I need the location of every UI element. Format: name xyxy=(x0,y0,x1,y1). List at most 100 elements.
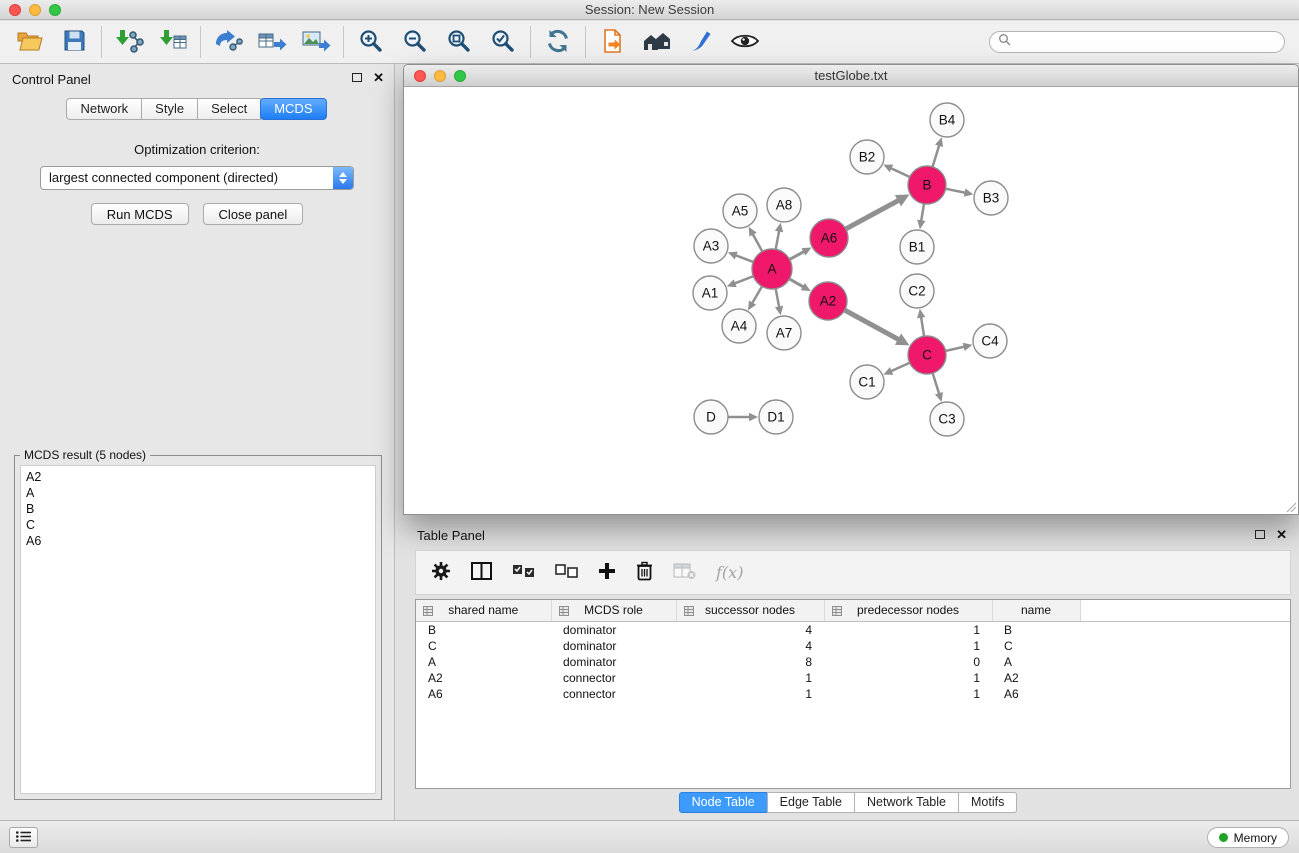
tab-style[interactable]: Style xyxy=(141,98,198,120)
table-cell[interactable]: C xyxy=(992,638,1080,654)
show-hide-details-button[interactable] xyxy=(723,24,767,60)
graph-node-A7[interactable]: A7 xyxy=(767,316,801,350)
table-cell[interactable]: connector xyxy=(551,686,676,702)
float-table-panel-icon[interactable] xyxy=(1255,530,1265,539)
graph-node-C2[interactable]: C2 xyxy=(900,274,934,308)
refresh-view-button[interactable] xyxy=(536,24,580,60)
graph-edge-B-B2[interactable] xyxy=(890,168,911,178)
graph-edge-A-A8[interactable] xyxy=(776,230,780,251)
table-cell[interactable]: 4 xyxy=(676,621,824,638)
tab-network-table[interactable]: Network Table xyxy=(854,792,959,813)
tab-mcds[interactable]: MCDS xyxy=(260,98,326,120)
close-table-panel-icon[interactable]: ✕ xyxy=(1276,529,1287,540)
graph-node-B1[interactable]: B1 xyxy=(900,230,934,264)
optimization-criterion-dropdown[interactable]: largest connected component (directed) xyxy=(40,166,354,190)
search-input[interactable] xyxy=(1016,35,1276,49)
network-canvas[interactable]: AA1A2A3A4A5A6A7A8BB1B2B3B4CC1C2C3C4DD1 xyxy=(404,87,1298,514)
graph-node-A5[interactable]: A5 xyxy=(723,194,757,228)
apply-style-button[interactable] xyxy=(679,24,723,60)
graph-node-D[interactable]: D xyxy=(694,400,728,434)
graph-node-D1[interactable]: D1 xyxy=(759,400,793,434)
table-row[interactable]: A2connector11A2 xyxy=(416,670,1290,686)
graph-node-A[interactable]: A xyxy=(752,249,792,289)
select-all-button[interactable] xyxy=(512,564,535,582)
graph-edge-C-C2[interactable] xyxy=(921,316,924,338)
graph-edge-A-A1[interactable] xyxy=(733,276,754,284)
table-row[interactable]: Bdominator41B xyxy=(416,621,1290,638)
table-cell[interactable]: B xyxy=(992,621,1080,638)
graph-node-C[interactable]: C xyxy=(908,336,946,374)
run-mcds-button[interactable]: Run MCDS xyxy=(91,203,189,225)
open-session-file-button[interactable] xyxy=(591,24,635,60)
import-table-button[interactable] xyxy=(151,24,195,60)
tab-edge-table[interactable]: Edge Table xyxy=(767,792,855,813)
delete-column-button[interactable] xyxy=(636,561,653,584)
table-cell[interactable]: 1 xyxy=(824,638,992,654)
status-menu-button[interactable] xyxy=(9,827,38,848)
graph-node-B2[interactable]: B2 xyxy=(850,140,884,174)
table-settings-button[interactable] xyxy=(431,561,451,584)
network-overview-button[interactable] xyxy=(635,24,679,60)
close-network-window-button[interactable] xyxy=(414,70,426,82)
show-columns-button[interactable] xyxy=(471,562,492,583)
table-cell[interactable]: A xyxy=(992,654,1080,670)
graph-node-C3[interactable]: C3 xyxy=(930,402,964,436)
dropdown-stepper-icon[interactable] xyxy=(333,167,353,189)
table-cell[interactable]: 1 xyxy=(676,686,824,702)
graph-edge-B-B3[interactable] xyxy=(945,189,967,193)
float-panel-icon[interactable] xyxy=(352,73,362,82)
zoom-out-button[interactable] xyxy=(393,24,437,60)
mcds-result-item[interactable]: A2 xyxy=(26,469,375,485)
add-column-button[interactable] xyxy=(598,562,616,583)
toolbar-search[interactable] xyxy=(989,31,1285,53)
graph-edge-A6-B[interactable] xyxy=(845,200,900,230)
table-row[interactable]: Cdominator41C xyxy=(416,638,1290,654)
mcds-result-item[interactable]: A6 xyxy=(26,533,375,549)
graph-edge-C-C3[interactable] xyxy=(932,372,939,395)
memory-button[interactable]: Memory xyxy=(1207,827,1289,848)
table-cell[interactable]: 1 xyxy=(824,621,992,638)
graph-node-A6[interactable]: A6 xyxy=(810,219,848,257)
table-cell[interactable]: C xyxy=(416,638,551,654)
table-cell[interactable]: dominator xyxy=(551,638,676,654)
export-network-button[interactable] xyxy=(206,24,250,60)
table-cell[interactable]: A6 xyxy=(992,686,1080,702)
graph-node-B4[interactable]: B4 xyxy=(930,103,964,137)
graph-node-C1[interactable]: C1 xyxy=(850,365,884,399)
tab-node-table[interactable]: Node Table xyxy=(679,792,768,813)
graph-edge-B-B1[interactable] xyxy=(921,203,924,223)
table-cell[interactable]: 4 xyxy=(676,638,824,654)
table-cell[interactable]: A2 xyxy=(416,670,551,686)
table-cell[interactable]: A xyxy=(416,654,551,670)
table-cell[interactable]: 1 xyxy=(676,670,824,686)
graph-node-B3[interactable]: B3 xyxy=(974,181,1008,215)
graph-node-A8[interactable]: A8 xyxy=(767,188,801,222)
tab-motifs[interactable]: Motifs xyxy=(958,792,1017,813)
open-session-button[interactable] xyxy=(8,24,52,60)
close-panel-icon[interactable]: ✕ xyxy=(373,72,384,83)
table-cell[interactable]: A2 xyxy=(992,670,1080,686)
graph-edge-B-B4[interactable] xyxy=(932,144,939,168)
graph-node-A4[interactable]: A4 xyxy=(722,309,756,343)
zoom-in-button[interactable] xyxy=(349,24,393,60)
graph-edge-A-A7[interactable] xyxy=(776,288,780,309)
zoom-window-button[interactable] xyxy=(49,4,61,16)
zoom-selected-button[interactable] xyxy=(481,24,525,60)
table-cell[interactable]: connector xyxy=(551,670,676,686)
column-header-shared-name[interactable]: shared name xyxy=(416,600,551,621)
tab-select[interactable]: Select xyxy=(197,98,261,120)
graph-edge-C-C1[interactable] xyxy=(890,362,911,371)
resize-grip-icon[interactable] xyxy=(1285,501,1297,513)
graph-edge-A-A5[interactable] xyxy=(752,233,763,252)
table-row[interactable]: A6connector11A6 xyxy=(416,686,1290,702)
table-cell[interactable]: 0 xyxy=(824,654,992,670)
graph-edge-A2-C[interactable] xyxy=(844,310,900,341)
close-panel-button[interactable]: Close panel xyxy=(203,203,304,225)
export-table-button[interactable] xyxy=(250,24,294,60)
table-cell[interactable]: dominator xyxy=(551,621,676,638)
table-cell[interactable]: dominator xyxy=(551,654,676,670)
deselect-all-button[interactable] xyxy=(555,564,578,582)
table-cell[interactable]: B xyxy=(416,621,551,638)
mcds-result-item[interactable]: A xyxy=(26,485,375,501)
table-row[interactable]: Adominator80A xyxy=(416,654,1290,670)
